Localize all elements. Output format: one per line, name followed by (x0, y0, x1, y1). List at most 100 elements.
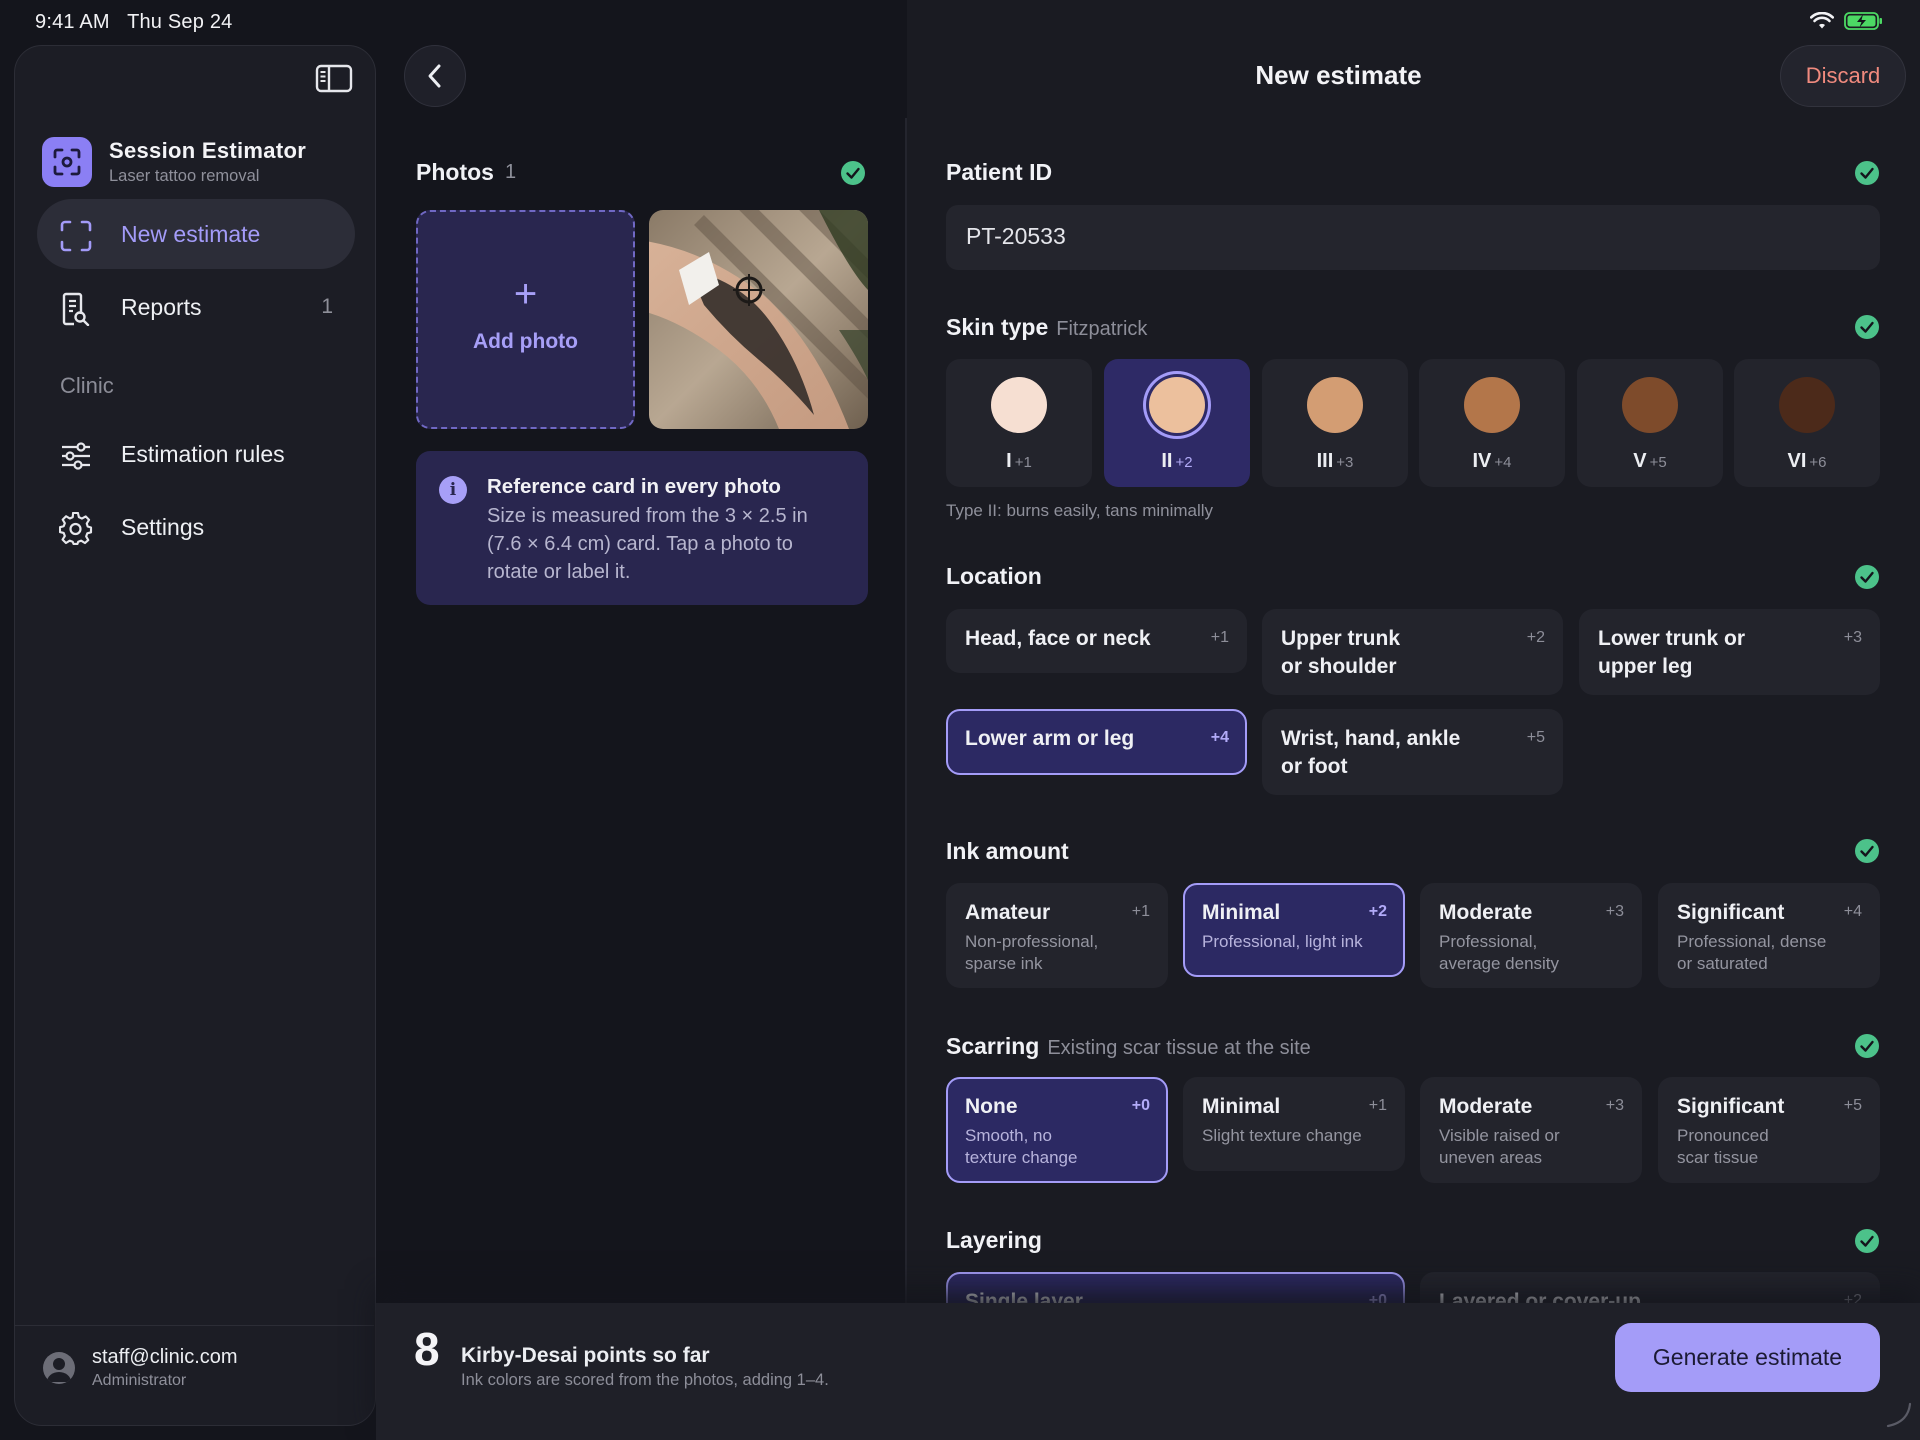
desc-line: Professional, (1439, 932, 1538, 951)
nav-item-settings[interactable]: Settings (37, 492, 355, 562)
skin-type-label: II +2 (1104, 450, 1250, 473)
sidebar-toggle-button[interactable] (315, 63, 353, 95)
skin-type-option-v[interactable]: V +5 (1577, 359, 1723, 487)
nav-label: New estimate (121, 221, 261, 247)
option-description: Professional, dense or saturated (1677, 931, 1826, 975)
desc-line: texture change (965, 1148, 1078, 1167)
desc-line: uneven areas (1439, 1148, 1543, 1167)
user-role: Administrator (92, 1372, 187, 1389)
column-divider (905, 118, 907, 1303)
ink-option-amateur[interactable]: Amateur +1 Non-professional, sparse ink (946, 883, 1168, 988)
patient-id-heading: Patient ID (946, 159, 1052, 186)
skin-type-numeral: I (1006, 450, 1012, 472)
photos-count: 1 (505, 161, 517, 183)
skin-swatch (1464, 377, 1520, 433)
points-value: +0 (1131, 1097, 1150, 1114)
location-option-upper-trunk[interactable]: Upper trunk or shoulder +2 (1262, 609, 1563, 695)
scarring-option-none[interactable]: None +0 Smooth, no texture change (946, 1077, 1168, 1183)
points-value: +4 (1210, 729, 1229, 746)
user-email: staff@clinic.com (92, 1346, 238, 1368)
skin-swatch (1779, 377, 1835, 433)
option-line: Lower arm or leg (965, 727, 1135, 750)
check-circle-icon (1855, 839, 1879, 863)
skin-type-label: V +5 (1577, 450, 1723, 473)
points-value: +1 (1368, 1097, 1387, 1114)
battery-charging-icon (1844, 12, 1882, 30)
option-title: None (965, 1095, 1018, 1118)
option-description: Pronounced scar tissue (1677, 1125, 1769, 1169)
skin-type-numeral: IV (1472, 450, 1492, 472)
ink-option-significant[interactable]: Significant +4 Professional, dense or sat… (1658, 883, 1880, 988)
back-button[interactable] (404, 45, 466, 107)
option-title: Minimal (1202, 1095, 1281, 1118)
desc-line: or saturated (1677, 954, 1768, 973)
points-value: +3 (1605, 903, 1624, 920)
skin-type-option-iv[interactable]: IV +4 (1419, 359, 1565, 487)
points-value: +4 (1494, 454, 1512, 471)
section-subtitle: Existing scar tissue at the site (1047, 1037, 1311, 1059)
add-photo-label: Add photo (473, 330, 578, 353)
nav-label: Estimation rules (121, 441, 285, 467)
account-footer[interactable]: staff@clinic.com Administrator (15, 1325, 374, 1425)
photo-thumbnail[interactable] (649, 210, 868, 429)
option-description: Slight texture change (1202, 1125, 1362, 1147)
nav-item-new-estimate[interactable]: New estimate (37, 199, 355, 269)
discard-button[interactable]: Discard (1780, 45, 1906, 107)
skin-swatch (991, 377, 1047, 433)
location-option-head[interactable]: Head, face or neck +1 (946, 609, 1247, 673)
option-title: Head, face or neck (965, 625, 1151, 653)
layering-heading: Layering (946, 1227, 1042, 1254)
option-title: Lower trunk or upper leg (1598, 625, 1745, 681)
avatar (43, 1352, 75, 1384)
skin-type-numeral: VI (1787, 450, 1807, 472)
status-time: 9:41 AM (35, 11, 110, 33)
location-option-lower-arm[interactable]: Lower arm or leg +4 (946, 709, 1247, 775)
points-value: +1 (1131, 903, 1150, 920)
scarring-option-minimal[interactable]: Minimal +1 Slight texture change (1183, 1077, 1405, 1171)
ink-option-minimal[interactable]: Minimal +2 Professional, light ink (1183, 883, 1405, 977)
skin-swatch (1149, 377, 1205, 433)
desc-line: Professional, dense (1677, 932, 1827, 951)
report-search-icon (62, 292, 90, 326)
skin-swatch (1622, 377, 1678, 433)
option-title: Moderate (1439, 1095, 1533, 1118)
skin-type-label: IV +4 (1419, 450, 1565, 473)
section-title: Scarring (946, 1033, 1040, 1059)
scarring-option-significant[interactable]: Significant +5 Pronounced scar tissue (1658, 1077, 1880, 1183)
reference-card-info: i Reference card in every photo Size is … (416, 451, 868, 605)
skin-type-option-i[interactable]: I +1 (946, 359, 1092, 487)
location-option-lower-trunk[interactable]: Lower trunk or upper leg +3 (1579, 609, 1880, 695)
status-clock: 9:41 AM Thu Sep 24 (35, 11, 232, 34)
nav-item-reports[interactable]: Reports 1 (37, 272, 355, 342)
skin-type-option-ii[interactable]: II +2 (1104, 359, 1250, 487)
option-line: Head, face or neck (965, 627, 1151, 650)
skin-type-numeral: III (1316, 450, 1334, 472)
patient-id-field[interactable]: PT-20533 (946, 205, 1880, 270)
ink-option-moderate[interactable]: Moderate +3 Professional, average density (1420, 883, 1642, 988)
option-title: Lower arm or leg (965, 725, 1134, 753)
points-value: +5 (1526, 729, 1545, 746)
nav-label: Reports (121, 294, 202, 320)
skin-type-heading: Skin type Fitzpatrick (946, 314, 1147, 341)
add-photo-button[interactable]: + Add photo (416, 210, 635, 429)
desc-line: Visible raised or (1439, 1126, 1560, 1145)
desc-line: scar tissue (1677, 1148, 1759, 1167)
user-icon (47, 1358, 71, 1382)
section-title: Ink amount (946, 838, 1069, 864)
skin-type-label: VI +6 (1734, 450, 1880, 473)
generate-estimate-button[interactable]: Generate estimate (1615, 1323, 1880, 1392)
location-option-wrist[interactable]: Wrist, hand, ankle or foot +5 (1262, 709, 1563, 795)
option-line: or shoulder (1281, 655, 1397, 678)
app-logo (42, 137, 92, 187)
skin-type-option-iii[interactable]: III +3 (1262, 359, 1408, 487)
sliders-icon (62, 442, 90, 470)
resize-handle-icon[interactable] (1884, 1400, 1912, 1428)
info-body: Size is measured from the 3 × 2.5 in (7.… (487, 505, 808, 583)
section-subtitle: Fitzpatrick (1056, 318, 1148, 340)
scarring-option-moderate[interactable]: Moderate +3 Visible raised or uneven area… (1420, 1077, 1642, 1183)
chevron-left-icon (428, 64, 441, 88)
points-value: +2 (1368, 903, 1387, 920)
points-value: +6 (1809, 454, 1827, 471)
skin-type-option-vi[interactable]: VI +6 (1734, 359, 1880, 487)
nav-item-estimation-rules[interactable]: Estimation rules (37, 419, 355, 489)
